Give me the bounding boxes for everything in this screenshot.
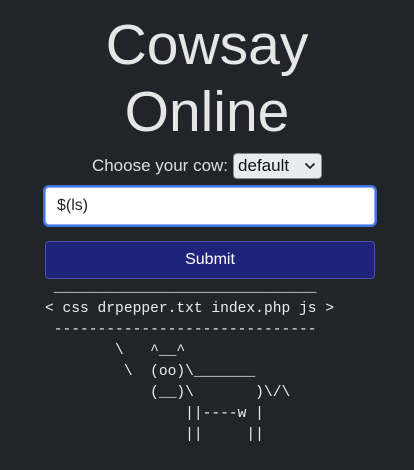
submit-button[interactable]: Submit bbox=[45, 241, 375, 279]
cow-select[interactable]: default bbox=[233, 153, 323, 179]
cow-selector-row: Choose your cow: default bbox=[0, 152, 414, 180]
cowsay-output: ______________________________ < css drp… bbox=[45, 280, 335, 443]
command-input[interactable] bbox=[45, 187, 375, 225]
page-title-line-2: Online bbox=[124, 80, 290, 144]
cow-selector-label: Choose your cow: bbox=[91, 156, 229, 175]
page-title-line-1: Cowsay bbox=[105, 13, 309, 77]
page-title: Cowsay Online bbox=[0, 12, 414, 146]
chevron-down-icon bbox=[305, 163, 315, 169]
cow-select-value: default bbox=[238, 156, 290, 175]
